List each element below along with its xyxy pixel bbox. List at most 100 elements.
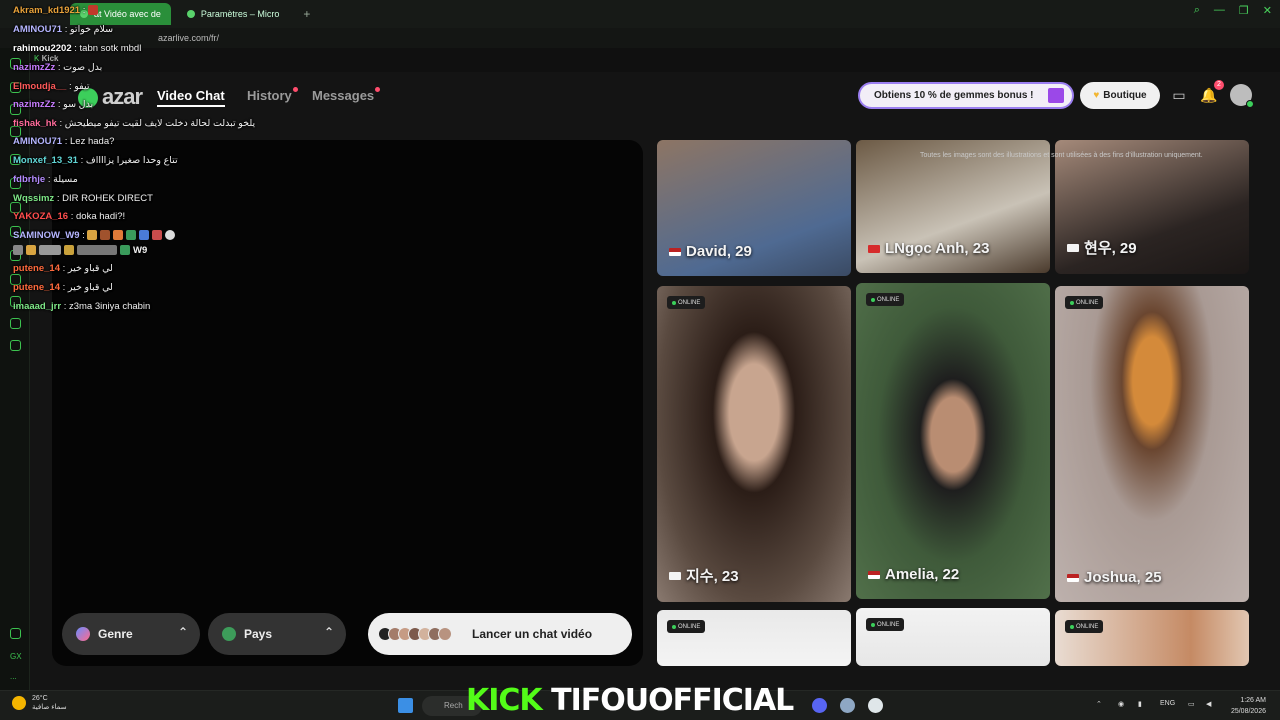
chat-message: W9 (13, 245, 147, 256)
chat-message: imaaad_jrr : z3ma 3iniya chabin (13, 301, 151, 312)
chat-user: rahimou2202 (13, 43, 72, 54)
profile-card[interactable]: ONLINE (856, 608, 1050, 666)
profile-card[interactable]: David, 29 (657, 140, 851, 276)
discord-taskbar-icon[interactable] (812, 698, 827, 713)
weather-description: سماء صافية (32, 704, 67, 711)
profile-card[interactable]: ONLINE Amelia, 22 (856, 283, 1050, 599)
online-badge: ONLINE (1065, 620, 1104, 633)
microphone-icon[interactable]: ▮ (1138, 700, 1142, 708)
system-clock[interactable]: 1:26 AM 25/08/2026 (1231, 695, 1266, 717)
profile-name-text: Joshua, 25 (1084, 569, 1162, 586)
gx-control-icon[interactable] (10, 628, 21, 639)
avatar[interactable] (1230, 84, 1254, 108)
online-label: ONLINE (877, 296, 900, 303)
us-flag-icon (669, 247, 681, 256)
chat-user: fishak_hk (13, 118, 57, 129)
close-icon[interactable]: ✕ (1263, 4, 1272, 17)
profile-card[interactable]: ONLINE (657, 610, 851, 666)
maximize-icon[interactable]: ❐ (1239, 4, 1249, 17)
settings-favicon-icon (186, 10, 195, 18)
profile-name: LNgọc Anh, 23 (868, 240, 989, 257)
chat-user: Wqssimz (13, 193, 55, 204)
vn-flag-icon (868, 244, 880, 253)
us-flag-icon (1067, 573, 1079, 582)
online-label: ONLINE (678, 299, 701, 306)
profile-card[interactable]: LNgọc Anh, 23 (856, 140, 1050, 273)
windows-start-icon[interactable] (398, 698, 413, 713)
genre-filter-button[interactable]: Genre ⌃ (62, 613, 200, 655)
language-indicator[interactable]: ENG (1160, 700, 1175, 707)
gx-label[interactable]: GX (10, 652, 22, 661)
weather-widget[interactable]: 26°C سماء صافية (12, 694, 67, 712)
obs-taskbar-icon[interactable] (868, 698, 883, 713)
nav-video-chat[interactable]: Video Chat (157, 88, 225, 107)
taskbar: 26°C سماء صافية Rech KICK TIFOUOFFICIAL ⌃… (0, 683, 1280, 720)
settings-icon[interactable] (10, 340, 21, 351)
volume-icon[interactable]: ◀ (1206, 700, 1211, 708)
chat-message: fdbrhje : مسيلة (13, 174, 78, 185)
chat-message: SAMINOW_W9 : (13, 230, 178, 241)
boutique-button[interactable]: ♥ Boutique (1080, 82, 1160, 109)
chat-user: SAMINOW_W9 (13, 230, 80, 241)
chat-user: imaaad_jrr (13, 301, 62, 312)
chat-message: rahimou2202 : tabn sotk mbdl (13, 43, 142, 54)
kr-flag-icon (669, 571, 681, 580)
url-field[interactable]: azarlive.com/fr/ (158, 33, 219, 43)
chat-message: nazimzZz : بدل سو (13, 99, 94, 110)
search-tabs-icon[interactable]: ⌕ (1194, 4, 1200, 17)
online-badge: ONLINE (866, 293, 905, 306)
profile-card[interactable]: ONLINE (1055, 610, 1249, 666)
inbox-icon[interactable]: ▭ (1170, 86, 1188, 104)
nav-messages[interactable]: Messages (312, 87, 381, 103)
clock-time: 1:26 AM (1240, 697, 1266, 704)
chat-message: putene_14 : لي قباو خير (13, 282, 113, 293)
messages-dot (375, 87, 381, 92)
chat-text: مسيلة (53, 174, 78, 185)
tab-azar-label: at Vidéo avec de (94, 9, 161, 19)
tab-parametres[interactable]: Paramètres – Micro (177, 3, 290, 25)
profile-name: 현우, 29 (1067, 237, 1137, 258)
profile-card[interactable]: ONLINE Joshua, 25 (1055, 286, 1249, 602)
nav-history[interactable]: History (247, 87, 298, 103)
online-label: ONLINE (877, 621, 900, 628)
profile-card[interactable]: ONLINE 지수, 23 (657, 286, 851, 602)
emote-icon (26, 245, 36, 256)
history-dot (292, 87, 298, 92)
start-video-chat-button[interactable]: Lancer un chat vidéo (368, 613, 632, 655)
chat-text: Lez hada? (70, 136, 115, 147)
app-taskbar-icon[interactable] (840, 698, 855, 713)
chat-text: W9 (133, 245, 148, 256)
address-bar: azarlive.com/fr/ (0, 28, 1280, 48)
bell-icon[interactable]: 🔔 2 (1200, 80, 1224, 104)
profile-name: Joshua, 25 (1067, 569, 1162, 586)
network-icon[interactable]: ◉ (1118, 700, 1124, 708)
profile-name-text: LNgọc Anh, 23 (885, 240, 990, 257)
online-label: ONLINE (1076, 623, 1099, 630)
chat-message: YAKOZA_16 : doka hadi?! (13, 211, 126, 222)
boutique-label: Boutique (1103, 90, 1147, 101)
emote-icon (64, 245, 74, 256)
chat-text: يلخو تبدلت لحالة دخلت لايف لقيت تيفو ميط… (64, 118, 256, 129)
kick-overlay-banner: KICK TIFOUOFFICIAL (466, 683, 794, 718)
chat-icon[interactable] (10, 318, 21, 329)
us-flag-icon (868, 570, 880, 579)
minimize-icon[interactable]: — (1214, 4, 1225, 17)
face-thumbnails (378, 627, 452, 641)
chat-user: nazimzZz (13, 99, 56, 110)
emote-icon (113, 230, 124, 241)
face-thumb (438, 627, 452, 641)
genre-label: Genre (98, 627, 133, 641)
profile-card[interactable]: 현우, 29 (1055, 140, 1249, 274)
country-filter-button[interactable]: Pays ⌃ (208, 613, 346, 655)
new-tab-button[interactable]: + (303, 7, 310, 21)
emote-icon (165, 230, 176, 241)
display-icon[interactable]: ▭ (1188, 700, 1195, 708)
moon-weather-icon (12, 696, 26, 710)
tray-chevron-icon[interactable]: ⌃ (1096, 700, 1102, 708)
gem-promo-button[interactable]: Obtiens 10 % de gemmes bonus ! (858, 82, 1074, 109)
chat-user: fdbrhje (13, 174, 46, 185)
chat-message: Akram_kd1921 : (13, 5, 101, 16)
chat-message: Wqssimz : DIR ROHEK DIRECT (13, 193, 153, 204)
chat-text: تيفو (74, 81, 90, 92)
more-label[interactable]: ... (10, 672, 17, 681)
